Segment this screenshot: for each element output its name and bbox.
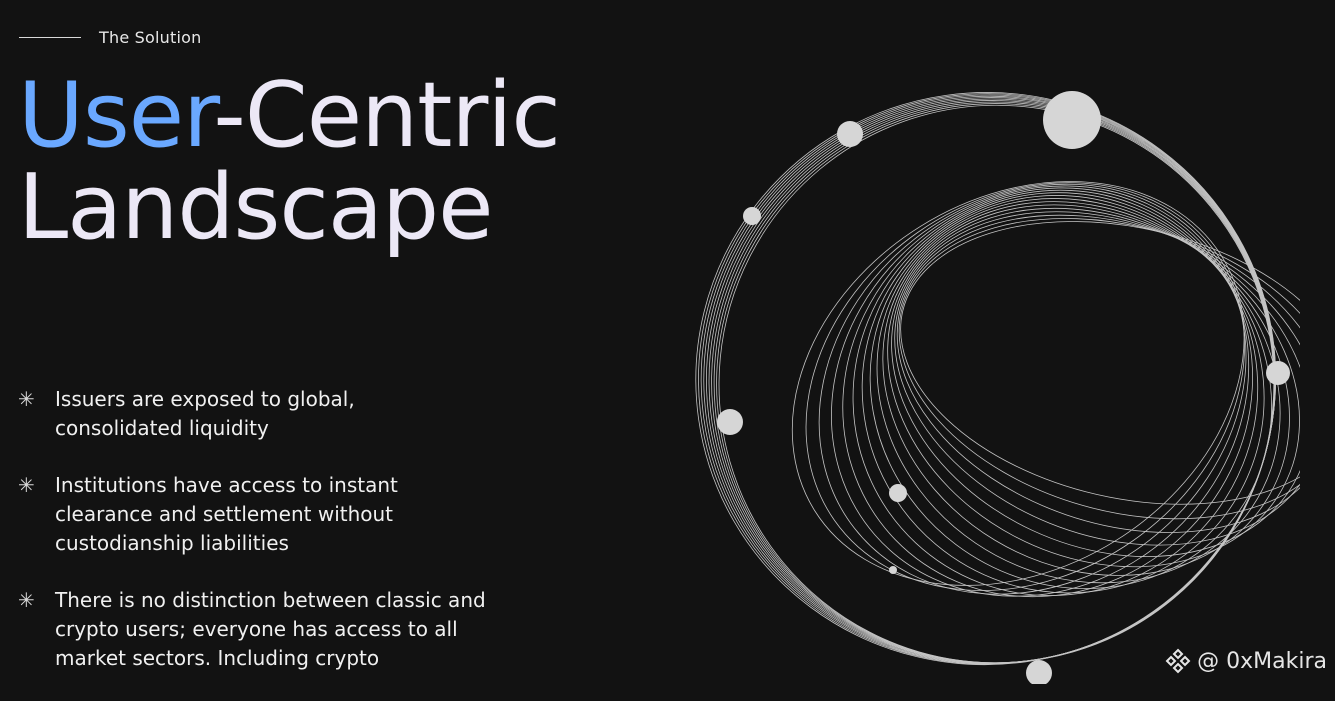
watermark: @ 0xMakira [1165,648,1327,674]
section-eyebrow: The Solution [19,28,201,47]
orbit-arc [887,204,1300,568]
orbit-arc [818,183,1247,595]
watermark-text: @ 0xMakira [1197,648,1327,674]
bullet-list: ✳ Issuers are exposed to global, consoli… [18,385,488,701]
bullet-text: Institutions have access to instant clea… [55,471,398,558]
orbit-node [837,121,863,147]
asterisk-icon: ✳ [18,473,35,497]
orbit-ring [703,95,1276,664]
orbit-node [1043,91,1101,149]
bullet-line: crypto users; everyone has access to all [55,617,458,641]
bullet-line: clearance and settlement without [55,502,394,526]
title-line1-rest: -Centric [213,63,561,168]
orbit-arc [891,207,1300,557]
bullet-line: custodianship liabilities [55,531,289,555]
orbit-node [1266,361,1290,385]
title-accent: User [18,63,214,168]
eyebrow-rule [19,37,81,38]
asterisk-icon: ✳ [18,387,35,411]
orbit-arc [876,198,1281,584]
list-item: ✳ Institutions have access to instant cl… [18,471,488,558]
orbit-node [717,409,743,435]
orbit-arc [896,214,1300,533]
orbit-arc [894,211,1300,546]
title-line2: Landscape [18,155,493,260]
list-item: ✳ There is no distinction between classi… [18,586,488,673]
eyebrow-label: The Solution [99,28,202,47]
bullet-text: Issuers are exposed to global, consolida… [55,385,355,443]
asterisk-icon: ✳ [18,588,35,612]
orbit-node [889,566,897,574]
orbit-arc [791,181,1245,586]
list-item: ✳ Issuers are exposed to global, consoli… [18,385,488,443]
orbit-arc [882,201,1290,576]
orbit-arc [898,218,1300,520]
diamond-logo-icon [1165,648,1191,674]
orbit-node [1026,660,1052,684]
orbit-sphere-illustration [695,91,1300,684]
orbit-node [743,207,761,225]
orbit-arc [805,182,1245,591]
bullet-line: There is no distinction between classic … [55,588,486,612]
bullet-line: market sectors. Including crypto [55,646,380,670]
orbit-arc [852,189,1259,596]
bullet-line: consolidated liquidity [55,416,269,440]
page-title: User-Centric Landscape [18,70,561,254]
bullet-line: Issuers are exposed to global, [55,387,355,411]
bullet-line: Institutions have access to instant [55,473,398,497]
bullet-text: There is no distinction between classic … [55,586,486,673]
orbit-node [889,484,907,502]
